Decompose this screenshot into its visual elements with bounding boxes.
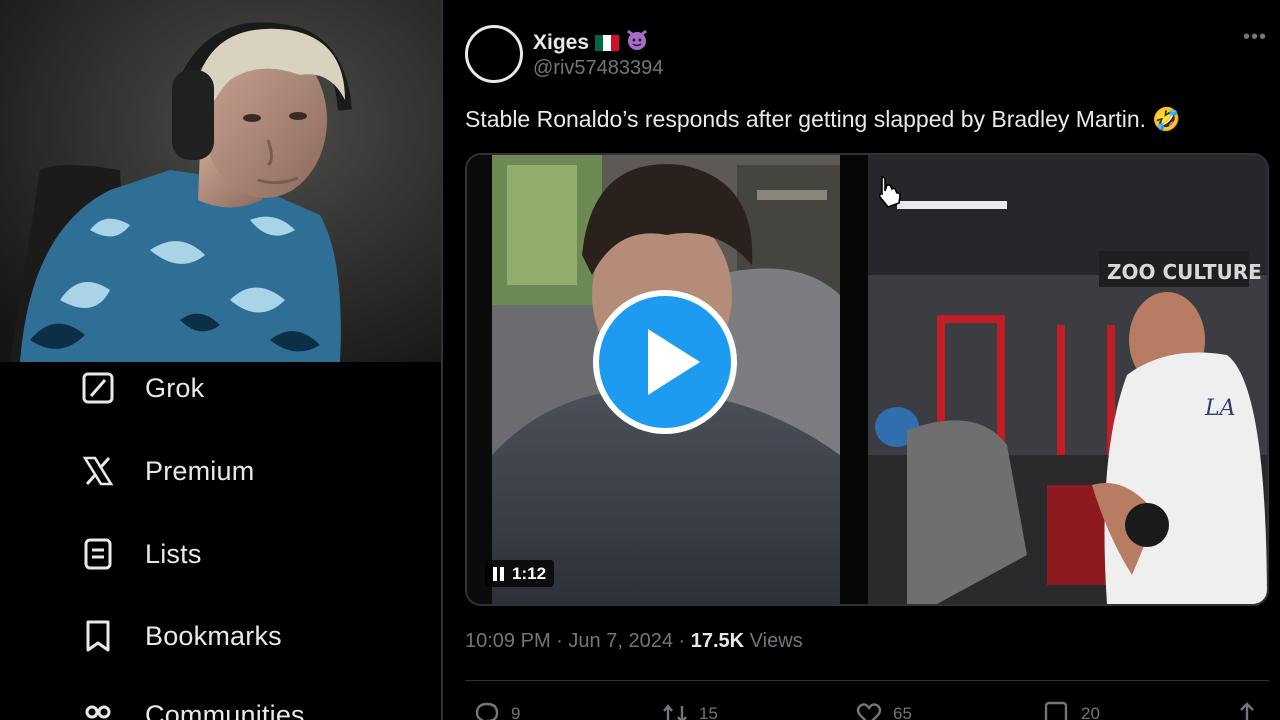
sidebar-item-label: Lists bbox=[145, 538, 202, 569]
bookmark-button[interactable]: 20 bbox=[1043, 700, 1100, 720]
meta-separator: · bbox=[678, 630, 686, 652]
author-handle[interactable]: @riv57483394 bbox=[533, 57, 663, 80]
shirt-logo-text: LA bbox=[1204, 396, 1236, 421]
more-options-icon[interactable]: ••• bbox=[1243, 26, 1267, 49]
views-count: 17.5K bbox=[690, 630, 745, 652]
tweet-text: Stable Ronaldo’s responds after getting … bbox=[465, 106, 1182, 132]
tweet-metadata: 10:09 PM · Jun 7, 2024 · 17.5K Views bbox=[465, 630, 803, 653]
tweet-date[interactable]: Jun 7, 2024 bbox=[568, 630, 673, 652]
reply-button[interactable]: 9 bbox=[473, 700, 520, 720]
communities-icon bbox=[80, 697, 116, 720]
tweet-time[interactable]: 10:09 PM bbox=[465, 630, 551, 652]
video-duration: 1:12 bbox=[512, 563, 547, 583]
share-icon bbox=[1240, 702, 1254, 720]
video-frame: ZOO CULTURE LA bbox=[467, 155, 1267, 604]
play-button[interactable] bbox=[592, 289, 738, 435]
views-label: Views bbox=[749, 630, 803, 652]
tweet-bookmark-icon bbox=[1044, 701, 1068, 720]
action-bar-divider bbox=[465, 680, 1269, 681]
streamer-webcam bbox=[0, 0, 442, 362]
mexico-flag-icon bbox=[595, 35, 620, 51]
sidebar-item-label: Communities bbox=[145, 699, 305, 720]
lists-icon bbox=[80, 536, 116, 572]
left-column: Grok Premium Lists Bookmarks Communities bbox=[0, 0, 442, 720]
x-logo-icon bbox=[80, 453, 116, 489]
sidebar-item-premium[interactable]: Premium bbox=[80, 446, 254, 496]
meta-separator: · bbox=[556, 630, 563, 652]
sidebar-item-lists[interactable]: Lists bbox=[80, 529, 202, 579]
sidebar-item-label: Grok bbox=[145, 372, 205, 403]
mouse-pointer-icon bbox=[878, 176, 901, 208]
repost-icon bbox=[663, 704, 687, 720]
reply-count: 9 bbox=[511, 704, 521, 720]
gym-logo-text: ZOO CULTURE bbox=[1107, 260, 1262, 284]
sidebar-item-bookmarks[interactable]: Bookmarks bbox=[80, 611, 282, 661]
webcam-image bbox=[0, 0, 442, 362]
bookmark-icon bbox=[80, 618, 116, 654]
sidebar-item-label: Premium bbox=[145, 455, 255, 486]
video-duration-badge: 1:12 bbox=[485, 560, 555, 587]
share-button[interactable] bbox=[1233, 700, 1261, 720]
sidebar-item-label: Bookmarks bbox=[145, 620, 282, 651]
display-name-text: Xiges bbox=[533, 31, 590, 54]
tweet: Xiges @riv57483394 ••• Stable Ronaldo’s … bbox=[443, 0, 1280, 720]
tweet-video[interactable]: ZOO CULTURE LA 1:12 bbox=[465, 153, 1269, 606]
bookmark-count: 20 bbox=[1081, 704, 1100, 720]
grok-icon bbox=[80, 370, 116, 406]
pause-icon[interactable] bbox=[493, 566, 504, 581]
smiling-imp-icon bbox=[625, 28, 649, 58]
sidebar-item-communities[interactable]: Communities bbox=[80, 690, 305, 720]
repost-button[interactable]: 15 bbox=[661, 700, 718, 720]
like-count: 65 bbox=[893, 704, 912, 720]
like-button[interactable]: 65 bbox=[855, 700, 912, 720]
author-display-name[interactable]: Xiges bbox=[533, 28, 649, 58]
heart-icon bbox=[856, 703, 882, 720]
repost-count: 15 bbox=[699, 704, 718, 720]
author-avatar[interactable] bbox=[465, 25, 523, 83]
reply-icon bbox=[475, 702, 499, 720]
sidebar-item-grok[interactable]: Grok bbox=[80, 363, 204, 413]
